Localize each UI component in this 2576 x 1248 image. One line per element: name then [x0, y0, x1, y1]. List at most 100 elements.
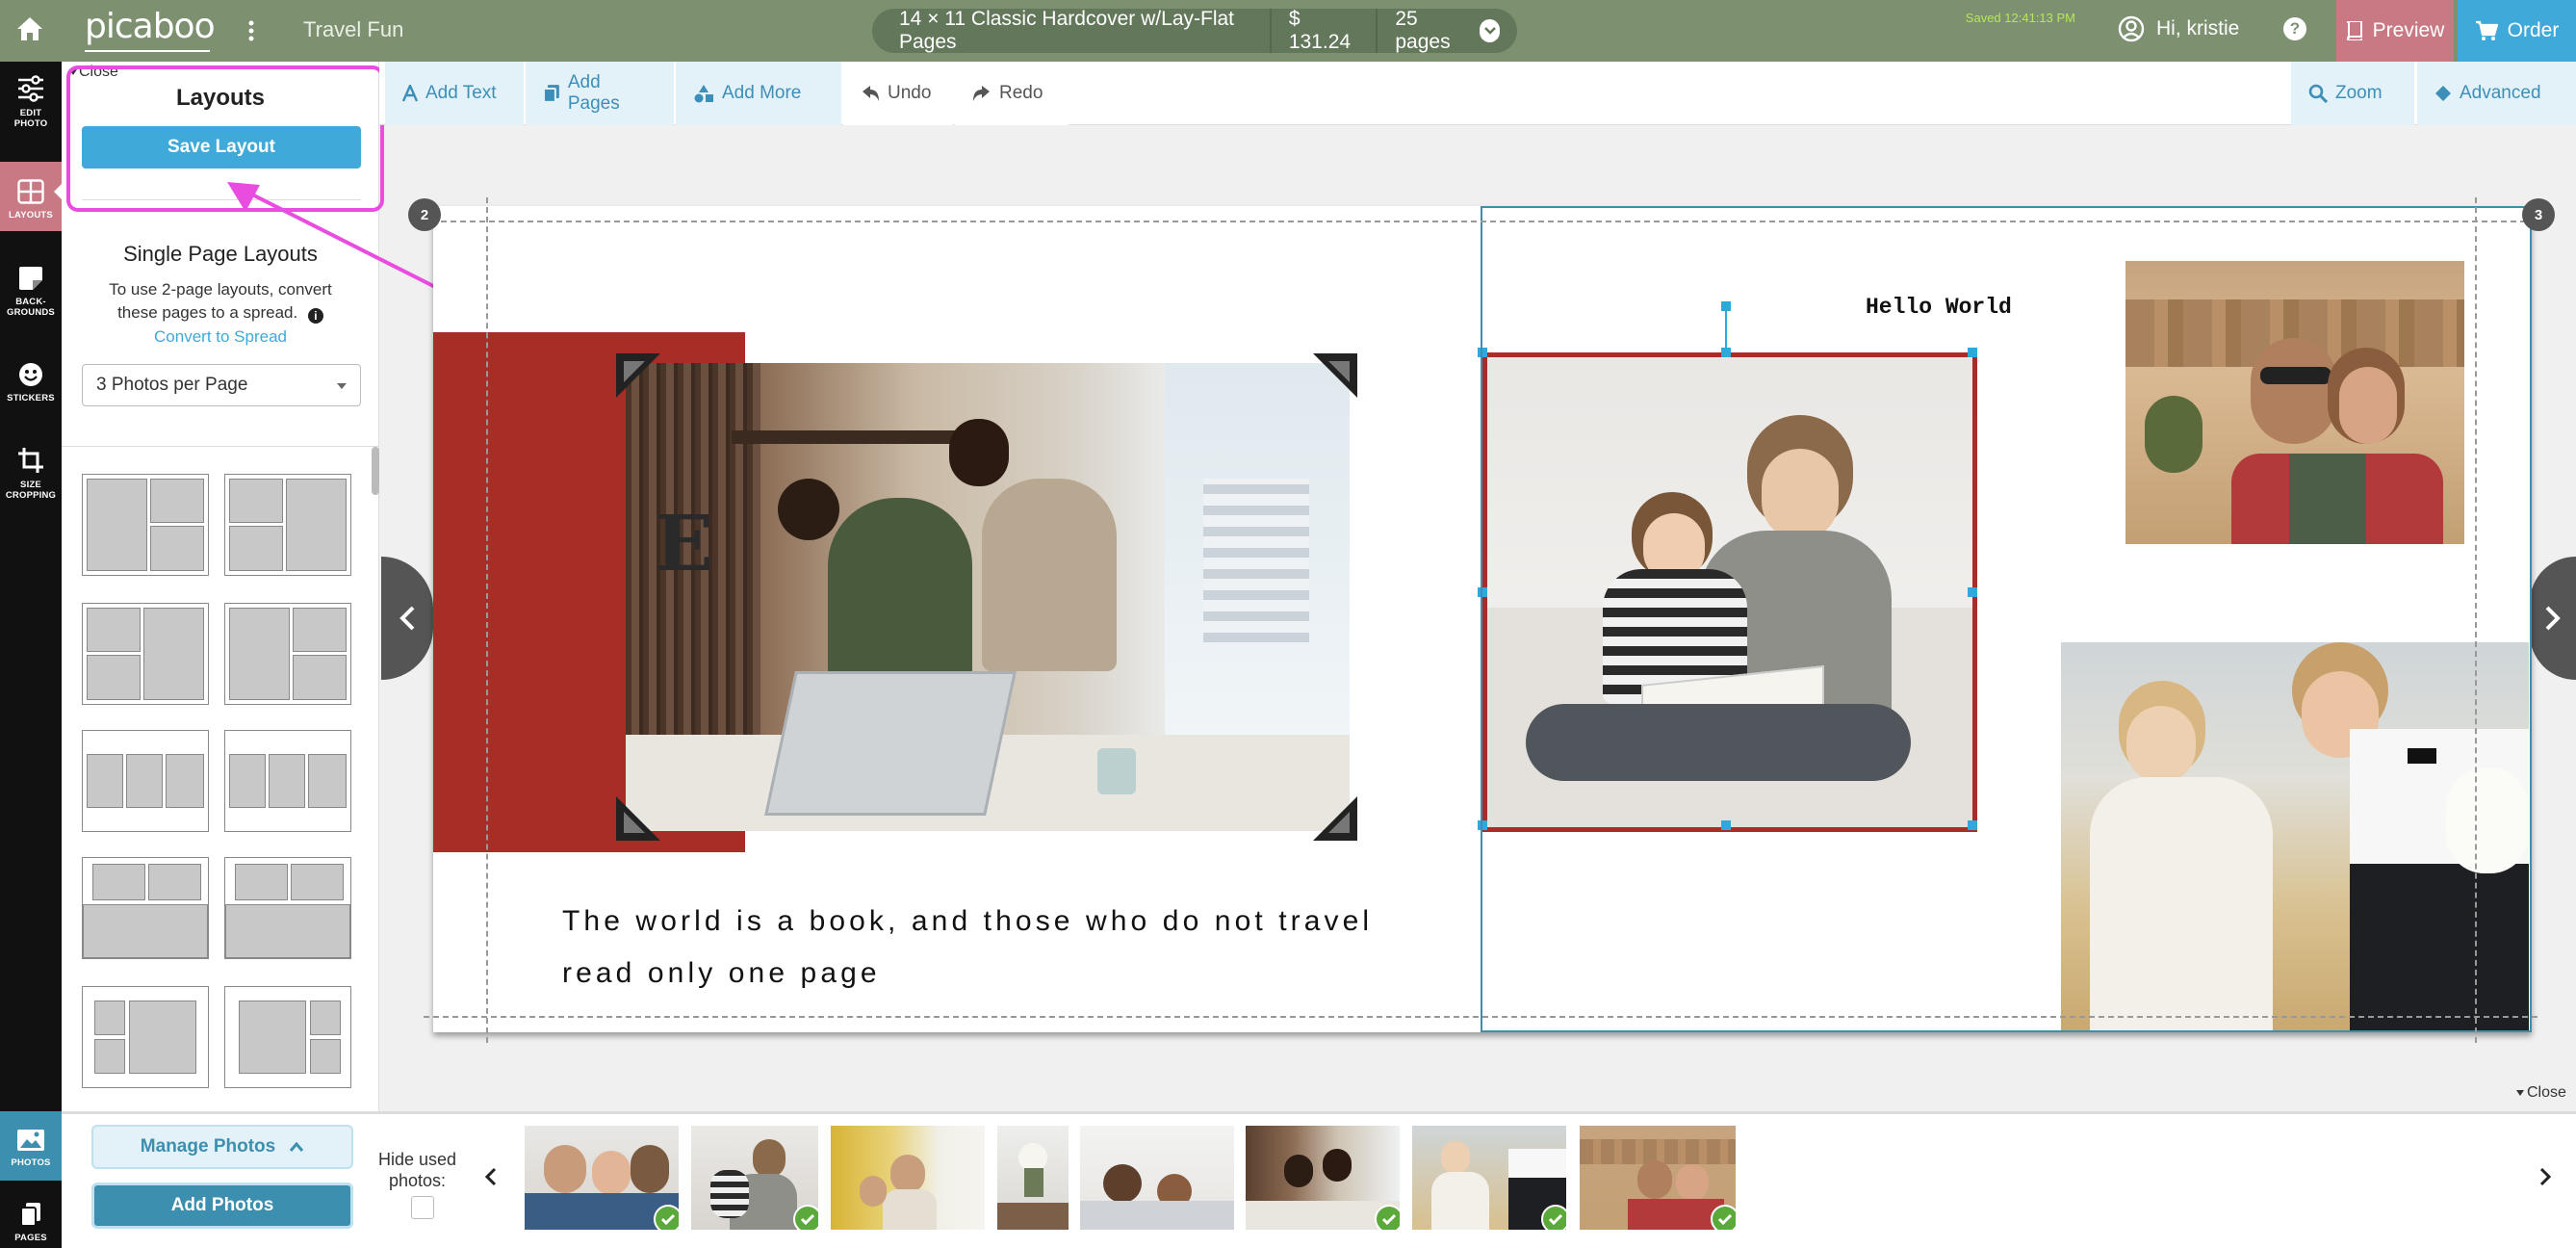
page-count: 25 pages — [1395, 8, 1451, 53]
add-pages-label: Add Pages — [567, 72, 620, 114]
order-label: Order — [2507, 19, 2560, 41]
more-vertical-icon[interactable] — [247, 19, 255, 42]
layout-thumbnail[interactable] — [224, 857, 351, 959]
product-name: 14 × 11 Classic Hardcover w/Lay-Flat Pag… — [899, 8, 1234, 53]
bleed-guide-bottom — [424, 1016, 2537, 1018]
bleed-guide-right — [2475, 197, 2477, 1043]
panel-scrollbar[interactable] — [372, 447, 379, 495]
add-photos-label: Add Photos — [170, 1195, 274, 1215]
layout-thumbnail[interactable] — [82, 857, 209, 959]
canvas-close-link[interactable]: Close — [2516, 1084, 2566, 1102]
layout-thumbnail[interactable] — [224, 986, 351, 1088]
smiley-icon — [19, 363, 42, 386]
redo-button[interactable]: Redo — [955, 62, 1069, 125]
advanced-button[interactable]: Advanced — [2417, 62, 2576, 125]
used-check-icon — [1541, 1205, 1566, 1230]
tray-photo-bouquet[interactable] — [997, 1126, 1069, 1230]
undo-icon — [863, 86, 879, 101]
layout-thumbnail[interactable] — [224, 603, 351, 705]
brand-logo[interactable]: picaboo — [85, 6, 216, 52]
used-check-icon — [654, 1205, 679, 1230]
layout-thumbnail[interactable] — [82, 474, 209, 576]
quote-line-1[interactable]: The world is a book, and those who do no… — [562, 905, 1373, 938]
convert-to-spread-link[interactable]: Convert to Spread — [62, 327, 379, 347]
add-text-button[interactable]: Add Text — [385, 62, 524, 125]
used-check-icon — [1375, 1205, 1400, 1230]
brand-logo-text: picaboo — [85, 7, 216, 46]
tray-photo-kids-yellow[interactable] — [831, 1126, 985, 1230]
manage-photos-button[interactable]: Manage Photos — [91, 1125, 353, 1169]
quote-line-2[interactable]: read only one page — [562, 957, 881, 990]
photo-corner-br — [1313, 796, 1357, 841]
panel-divider — [62, 446, 379, 447]
layout-thumbnail[interactable] — [82, 603, 209, 705]
preview-label: Preview — [2372, 19, 2445, 41]
add-photos-button[interactable]: Add Photos — [91, 1183, 353, 1229]
rail-edit-photo[interactable]: EDIT PHOTO — [0, 75, 62, 154]
add-more-button[interactable]: Add More — [676, 62, 841, 125]
chevron-down-icon[interactable] — [1480, 19, 1500, 42]
info-icon[interactable]: i — [307, 308, 323, 324]
user-icon — [2118, 15, 2145, 42]
rail-edit-photo-label: EDIT PHOTO — [13, 108, 48, 129]
chevron-up-icon — [290, 1142, 304, 1152]
page-count-wrap: 25 pages — [1376, 8, 1517, 53]
rail-stickers[interactable]: STICKERS — [0, 362, 62, 414]
rail-photos[interactable]: PHOTOS — [0, 1111, 62, 1181]
tray-prev-icon[interactable] — [485, 1167, 497, 1186]
pages-icon — [543, 85, 559, 103]
photo-couple-working[interactable]: E — [626, 363, 1350, 831]
zoom-button[interactable]: Zoom — [2291, 62, 2414, 125]
zoom-label: Zoom — [2335, 83, 2383, 103]
preview-button[interactable]: Preview — [2336, 0, 2454, 62]
rail-layouts-label: LAYOUTS — [9, 210, 53, 221]
rail-pages[interactable]: PAGES — [0, 1202, 62, 1248]
layout-count-select[interactable]: 3 Photos per Page — [82, 364, 361, 406]
photo-corner-bl — [616, 796, 660, 841]
cart-icon — [2475, 20, 2498, 40]
text-icon — [402, 85, 418, 102]
bleed-guide-left — [486, 197, 488, 1043]
page-number-left: 2 — [408, 198, 441, 231]
layout-thumbnail[interactable] — [82, 986, 209, 1088]
rail-size-cropping[interactable]: SIZE CROPPING — [0, 447, 62, 508]
help-icon[interactable]: ? — [2283, 17, 2306, 40]
background-icon — [19, 267, 42, 290]
project-title[interactable]: Travel Fun — [303, 17, 403, 42]
page-number-right: 3 — [2522, 198, 2555, 231]
tray-photo-wedding[interactable] — [1412, 1126, 1566, 1230]
user-menu[interactable]: Hi, kristie — [2118, 15, 2239, 42]
photo-corner-tl — [616, 353, 660, 398]
caret-down-icon — [337, 383, 347, 389]
used-check-icon — [1711, 1205, 1736, 1230]
rail-photos-label: PHOTOS — [11, 1157, 51, 1168]
layout-thumbnail[interactable] — [82, 730, 209, 832]
rail-backgrounds-label: BACK- GROUNDS — [7, 297, 55, 318]
home-icon[interactable] — [16, 16, 43, 41]
tray-photo-family[interactable] — [525, 1126, 679, 1230]
pages-icon — [20, 1203, 40, 1227]
layout-thumbnail[interactable] — [224, 474, 351, 576]
tray-photo-mother-bed[interactable] — [1080, 1126, 1234, 1230]
prev-spread-button[interactable] — [381, 557, 433, 680]
tray-photo-couple-working[interactable] — [1246, 1126, 1400, 1230]
tray-next-icon[interactable] — [2539, 1167, 2551, 1186]
product-summary-dropdown[interactable]: 14 × 11 Classic Hardcover w/Lay-Flat Pag… — [872, 8, 1517, 53]
order-button[interactable]: Order — [2458, 0, 2576, 62]
hide-used-label-1: Hide used — [378, 1150, 457, 1169]
add-more-label: Add More — [722, 83, 802, 103]
book-icon — [2346, 21, 2362, 40]
layout-thumbnail[interactable] — [224, 730, 351, 832]
rail-backgrounds[interactable]: BACK- GROUNDS — [0, 266, 62, 333]
rail-layouts[interactable]: LAYOUTS — [0, 162, 62, 231]
next-spread-button[interactable] — [2530, 557, 2576, 680]
canvas-close-label: Close — [2527, 1084, 2566, 1101]
tray-photo-desert-selfie[interactable] — [1580, 1126, 1736, 1230]
hide-used-checkbox[interactable] — [411, 1196, 434, 1219]
rail-stickers-label: STICKERS — [7, 393, 55, 403]
undo-button[interactable]: Undo — [843, 62, 953, 125]
undo-label: Undo — [888, 83, 932, 103]
tray-photo-reading[interactable] — [691, 1126, 818, 1230]
redo-icon — [973, 86, 990, 101]
add-pages-button[interactable]: Add Pages — [526, 62, 674, 125]
